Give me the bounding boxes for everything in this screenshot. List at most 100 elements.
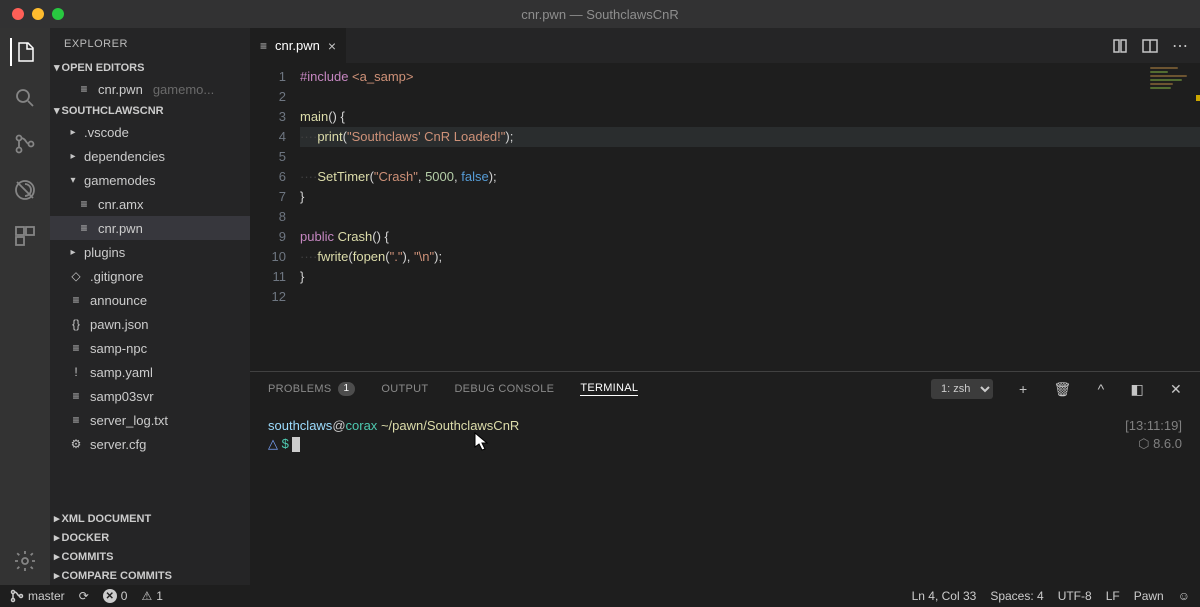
item-label: samp-npc — [90, 341, 147, 356]
code-line-7[interactable]: } — [300, 187, 1200, 207]
item-label: plugins — [84, 245, 125, 260]
open-editor-item[interactable]: ≡ cnr.pwn gamemo... — [50, 77, 250, 101]
traffic-lights — [0, 8, 64, 20]
terminal-view[interactable]: southclaws@corax ~/pawn/SouthclawsCnR [1… — [250, 406, 1200, 585]
chevron-icon: ▸ — [68, 151, 78, 162]
code-line-6[interactable]: ····SetTimer("Crash", 5000, false); — [300, 167, 1200, 187]
file--gitignore[interactable]: ◇.gitignore — [50, 264, 250, 288]
code-line-4[interactable]: ····print("Southclaws' CnR Loaded!"); — [300, 127, 1200, 147]
compare-commits-section[interactable]: ▸COMPARE COMMITS — [50, 566, 250, 585]
terminal-tab[interactable]: TERMINAL — [580, 382, 638, 396]
terminal-user: southclaws — [268, 418, 332, 433]
file-pawn-json[interactable]: {}pawn.json — [50, 312, 250, 336]
encoding[interactable]: UTF-8 — [1058, 589, 1092, 603]
xml-document-section[interactable]: ▸XML DOCUMENT — [50, 509, 250, 528]
code-line-10[interactable]: ····fwrite(fopen("."), "\n"); — [300, 247, 1200, 267]
compare-changes-icon[interactable] — [1112, 38, 1128, 54]
language-mode[interactable]: Pawn — [1134, 589, 1164, 603]
file-icon: ≡ — [260, 39, 267, 53]
code-line-12[interactable] — [300, 287, 1200, 307]
new-terminal-icon[interactable]: + — [1019, 381, 1027, 397]
code-line-9[interactable]: public Crash() { — [300, 227, 1200, 247]
item-label: server_log.txt — [90, 413, 168, 428]
node-icon: ⬡ — [1138, 436, 1149, 451]
terminal-selector[interactable]: 1: zsh — [931, 379, 993, 399]
item-label: server.cfg — [90, 437, 146, 452]
code-line-3[interactable]: main() { — [300, 107, 1200, 127]
file-server-log-txt[interactable]: ≡ server_log.txt — [50, 408, 250, 432]
folder-plugins[interactable]: ▸ plugins — [50, 240, 250, 264]
file-icon: ≡ — [68, 413, 84, 427]
code-line-2[interactable] — [300, 87, 1200, 107]
code-line-5[interactable] — [300, 147, 1200, 167]
file-samp-npc[interactable]: ≡samp-npc — [50, 336, 250, 360]
extensions-icon[interactable] — [11, 222, 39, 250]
split-editor-icon[interactable] — [1142, 38, 1158, 54]
branch-indicator[interactable]: master — [10, 589, 65, 603]
minimap[interactable] — [1148, 65, 1198, 125]
folder-dependencies[interactable]: ▸ dependencies — [50, 144, 250, 168]
tab-cnr-pwn[interactable]: ≡ cnr.pwn × — [250, 28, 346, 63]
file-icon: ≡ — [76, 82, 92, 96]
file-icon: ≡ — [76, 221, 92, 235]
kill-terminal-icon[interactable]: 🗑 — [1053, 381, 1071, 398]
chevron-icon: ▾ — [68, 175, 78, 186]
titlebar: cnr.pwn — SouthclawsCnR — [0, 0, 1200, 28]
file-icon: ! — [68, 365, 84, 379]
more-actions-icon[interactable]: ⋯ — [1172, 36, 1188, 56]
file-icon: {} — [68, 317, 84, 331]
bottom-panel: PROBLEMS1 OUTPUT DEBUG CONSOLE TERMINAL … — [250, 371, 1200, 585]
search-icon[interactable] — [11, 84, 39, 112]
debug-console-tab[interactable]: DEBUG CONSOLE — [454, 383, 554, 395]
split-terminal-icon[interactable]: ◧ — [1130, 381, 1144, 398]
code-line-8[interactable] — [300, 207, 1200, 227]
problems-count-badge: 1 — [338, 382, 356, 396]
output-tab[interactable]: OUTPUT — [381, 383, 428, 395]
commits-section[interactable]: ▸COMMITS — [50, 547, 250, 566]
terminal-path: ~/pawn/SouthclawsCnR — [381, 418, 519, 433]
code-editor[interactable]: 123456789101112 #include <a_samp>main() … — [250, 63, 1200, 371]
chevron-icon: ▸ — [68, 247, 78, 258]
indentation[interactable]: Spaces: 4 — [990, 589, 1043, 603]
status-bar: master ⟳ ✕0 ⚠1 Ln 4, Col 33 Spaces: 4 UT… — [0, 585, 1200, 607]
workspace-section[interactable]: ▾SOUTHCLAWSCNR — [50, 101, 250, 120]
explorer-sidebar: EXPLORER ▾OPEN EDITORS ≡ cnr.pwn gamemo.… — [50, 28, 250, 585]
file-samp-yaml[interactable]: !samp.yaml — [50, 360, 250, 384]
docker-section[interactable]: ▸DOCKER — [50, 528, 250, 547]
file-cnr-pwn[interactable]: ≡ cnr.pwn — [50, 216, 250, 240]
warnings-indicator[interactable]: ⚠1 — [141, 589, 162, 603]
terminal-cursor — [292, 437, 300, 452]
source-control-icon[interactable] — [11, 130, 39, 158]
close-window-button[interactable] — [12, 8, 24, 20]
file-samp03svr[interactable]: ≡samp03svr — [50, 384, 250, 408]
terminal-time: [13:11:19] — [1125, 418, 1182, 436]
errors-indicator[interactable]: ✕0 — [103, 589, 128, 603]
file-announce[interactable]: ≡announce — [50, 288, 250, 312]
settings-gear-icon[interactable] — [11, 547, 39, 575]
file-server-cfg[interactable]: ⚙server.cfg — [50, 432, 250, 456]
item-label: gamemodes — [84, 173, 156, 188]
cursor-position[interactable]: Ln 4, Col 33 — [912, 589, 977, 603]
maximize-panel-icon[interactable]: ^ — [1098, 381, 1105, 397]
folder-gamemodes[interactable]: ▾ gamemodes — [50, 168, 250, 192]
close-panel-icon[interactable]: ✕ — [1170, 381, 1182, 398]
folder--vscode[interactable]: ▸.vscode — [50, 120, 250, 144]
sync-indicator[interactable]: ⟳ — [79, 589, 89, 603]
open-editors-section[interactable]: ▾OPEN EDITORS — [50, 58, 250, 77]
file-cnr-amx[interactable]: ≡cnr.amx — [50, 192, 250, 216]
editor-area: ≡ cnr.pwn × ⋯ 123456789101112 #include <… — [250, 28, 1200, 585]
feedback-icon[interactable]: ☺ — [1178, 589, 1190, 603]
prompt-dollar: $ — [282, 436, 289, 451]
code-line-1[interactable]: #include <a_samp> — [300, 67, 1200, 87]
minimize-window-button[interactable] — [32, 8, 44, 20]
item-label: dependencies — [84, 149, 165, 164]
item-label: cnr.pwn — [98, 221, 143, 236]
file-icon: ◇ — [68, 269, 84, 283]
close-tab-icon[interactable]: × — [328, 38, 336, 54]
explorer-icon[interactable] — [10, 38, 38, 66]
fullscreen-window-button[interactable] — [52, 8, 64, 20]
eol[interactable]: LF — [1106, 589, 1120, 603]
problems-tab[interactable]: PROBLEMS1 — [268, 382, 355, 396]
code-line-11[interactable]: } — [300, 267, 1200, 287]
debug-icon[interactable] — [11, 176, 39, 204]
